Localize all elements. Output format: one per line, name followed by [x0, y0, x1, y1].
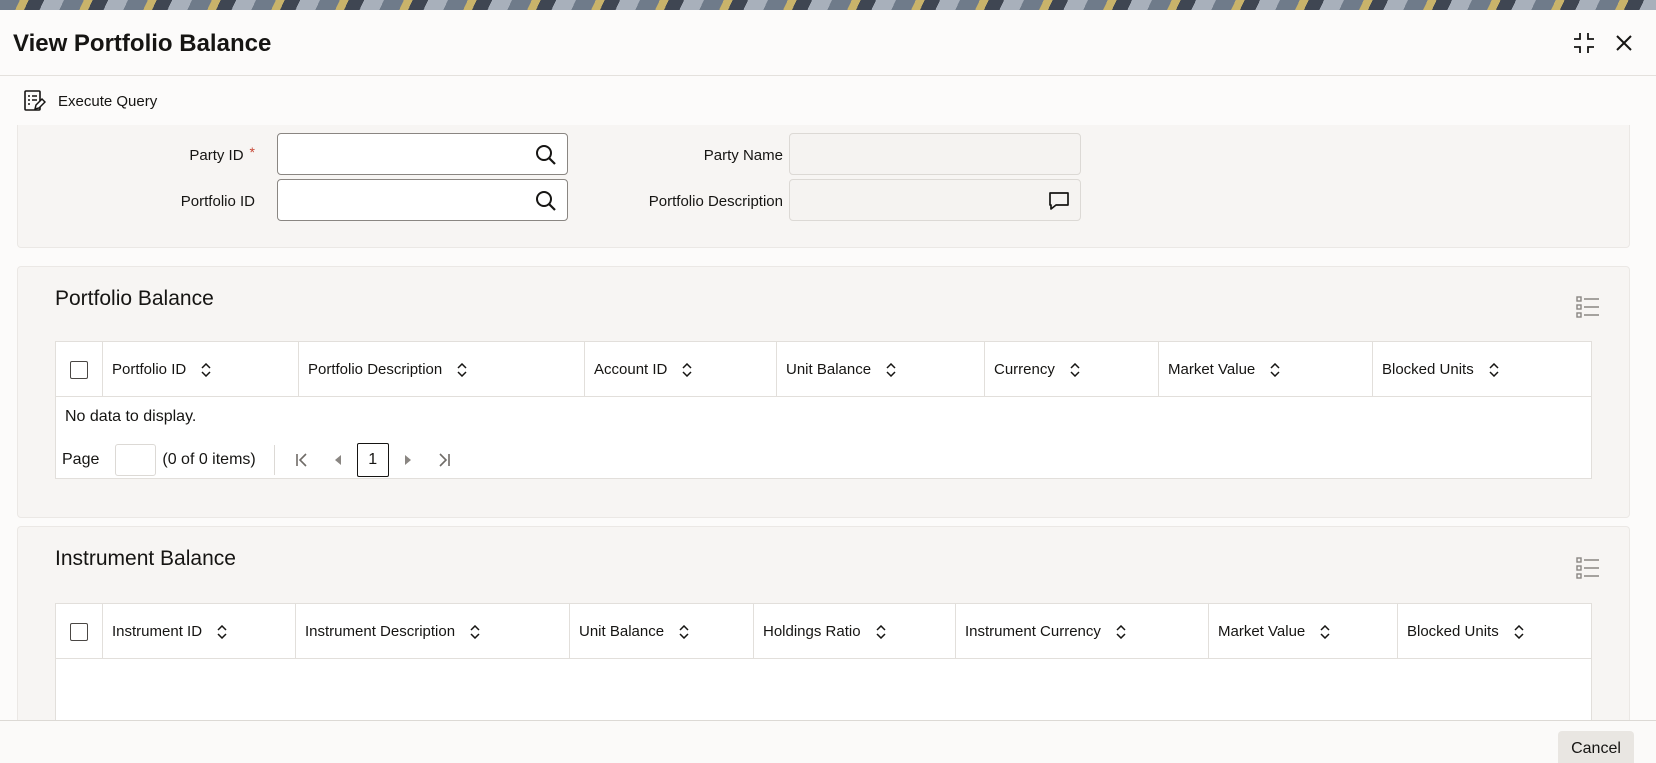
instrument-balance-columns-button[interactable] [1575, 555, 1601, 581]
title-bar: View Portfolio Balance [0, 10, 1656, 76]
page-title: View Portfolio Balance [13, 30, 272, 57]
portfolio-balance-table: Portfolio ID Portfolio Description Accou… [55, 341, 1592, 479]
list-icon [1576, 557, 1599, 579]
column-header-blocked-units[interactable]: Blocked Units [1372, 342, 1591, 397]
page-number-input[interactable] [115, 444, 157, 476]
first-page-icon [295, 453, 307, 467]
column-header-portfolio-description[interactable]: Portfolio Description [298, 342, 584, 397]
current-page-button[interactable]: 1 [356, 443, 389, 477]
portfolio-balance-title: Portfolio Balance [55, 287, 214, 310]
column-header-instrument-description[interactable]: Instrument Description [295, 604, 569, 659]
portfolio-id-search-button[interactable] [533, 188, 559, 214]
execute-query-button[interactable]: Execute Query [22, 87, 157, 115]
portfolio-description-field [789, 179, 1081, 221]
party-id-input[interactable] [278, 134, 567, 174]
portfolio-id-label: Portfolio ID [180, 193, 255, 210]
next-page-icon [404, 455, 411, 465]
maximize-button[interactable] [1567, 26, 1601, 60]
portfolio-id-input[interactable] [278, 180, 567, 220]
search-icon [536, 145, 556, 165]
instrument-balance-table: Instrument ID Instrument Description Uni… [55, 603, 1592, 733]
cancel-button[interactable]: Cancel [1558, 731, 1634, 763]
select-all-checkbox[interactable] [70, 622, 88, 641]
select-all-checkbox[interactable] [70, 360, 88, 379]
column-header-currency[interactable]: Currency [984, 342, 1158, 397]
empty-message: No data to display. [65, 408, 197, 425]
sort-icon [457, 362, 467, 377]
pagination: Page (0 of 0 items) 1 [56, 441, 1591, 479]
query-icon [24, 90, 46, 111]
previous-page-button[interactable] [323, 444, 353, 476]
list-icon [1576, 296, 1599, 318]
portfolio-description-label: Portfolio Description [648, 193, 783, 210]
portfolio-balance-columns-button[interactable] [1575, 294, 1601, 320]
portfolio-balance-panel: Portfolio Balance Portfolio ID Portfolio [17, 266, 1630, 518]
portfolio-id-field[interactable] [277, 179, 568, 221]
close-button[interactable] [1607, 26, 1641, 60]
table-header: Instrument ID Instrument Description Uni… [56, 604, 1591, 659]
column-header-instrument-id[interactable]: Instrument ID [102, 604, 295, 659]
sort-icon [682, 362, 692, 377]
party-id-field[interactable] [277, 133, 568, 175]
dialog-footer: Cancel [0, 720, 1656, 763]
search-icon [536, 191, 556, 211]
sort-icon [886, 362, 896, 377]
sort-icon [1320, 624, 1330, 639]
comment-icon [1049, 192, 1069, 210]
sort-icon [1514, 624, 1524, 639]
header-banner-strip [0, 0, 1656, 10]
instrument-balance-panel: Instrument Balance Instrument ID Instrum [17, 526, 1630, 733]
pager-divider [273, 445, 275, 475]
previous-page-icon [334, 455, 341, 465]
view-portfolio-balance-dialog: View Portfolio Balance Execute Query Par… [0, 10, 1656, 763]
sort-icon [217, 624, 227, 639]
table-header: Portfolio ID Portfolio Description Accou… [56, 342, 1591, 397]
sort-icon [201, 362, 211, 377]
column-header-market-value[interactable]: Market Value [1158, 342, 1372, 397]
column-header-unit-balance[interactable]: Unit Balance [776, 342, 984, 397]
portfolio-description-comment-button[interactable] [1046, 188, 1072, 214]
instrument-balance-title: Instrument Balance [55, 547, 236, 570]
item-count: (0 of 0 items) [162, 451, 256, 468]
column-header-instrument-currency[interactable]: Instrument Currency [955, 604, 1208, 659]
party-id-label: Party ID * [189, 144, 255, 164]
last-page-icon [439, 453, 450, 467]
column-header-portfolio-id[interactable]: Portfolio ID [102, 342, 298, 397]
execute-query-label: Execute Query [58, 92, 158, 110]
sort-icon [1070, 362, 1080, 377]
column-header-blocked-units[interactable]: Blocked Units [1397, 604, 1591, 659]
page-label: Page [62, 451, 100, 468]
sort-icon [876, 624, 886, 639]
first-page-button[interactable] [287, 444, 317, 476]
sort-icon [1489, 362, 1499, 377]
column-header-unit-balance[interactable]: Unit Balance [569, 604, 753, 659]
sort-icon [1270, 362, 1280, 377]
required-mark: * [249, 144, 255, 160]
toolbar: Execute Query [0, 77, 1656, 125]
party-id-search-button[interactable] [533, 142, 559, 168]
next-page-button[interactable] [393, 444, 423, 476]
select-all-cell [56, 342, 102, 397]
column-header-holdings-ratio[interactable]: Holdings Ratio [753, 604, 955, 659]
party-name-label: Party Name [703, 147, 783, 164]
collapse-icon [1574, 33, 1594, 53]
close-icon [1616, 35, 1632, 51]
select-all-cell [56, 604, 102, 659]
sort-icon [470, 624, 480, 639]
column-header-account-id[interactable]: Account ID [584, 342, 776, 397]
party-name-field [789, 133, 1081, 175]
sort-icon [1116, 624, 1126, 639]
column-header-market-value[interactable]: Market Value [1208, 604, 1397, 659]
query-form-panel: Party ID * Portfolio ID Party Name Portf… [17, 125, 1630, 248]
last-page-button[interactable] [429, 444, 459, 476]
sort-icon [679, 624, 689, 639]
